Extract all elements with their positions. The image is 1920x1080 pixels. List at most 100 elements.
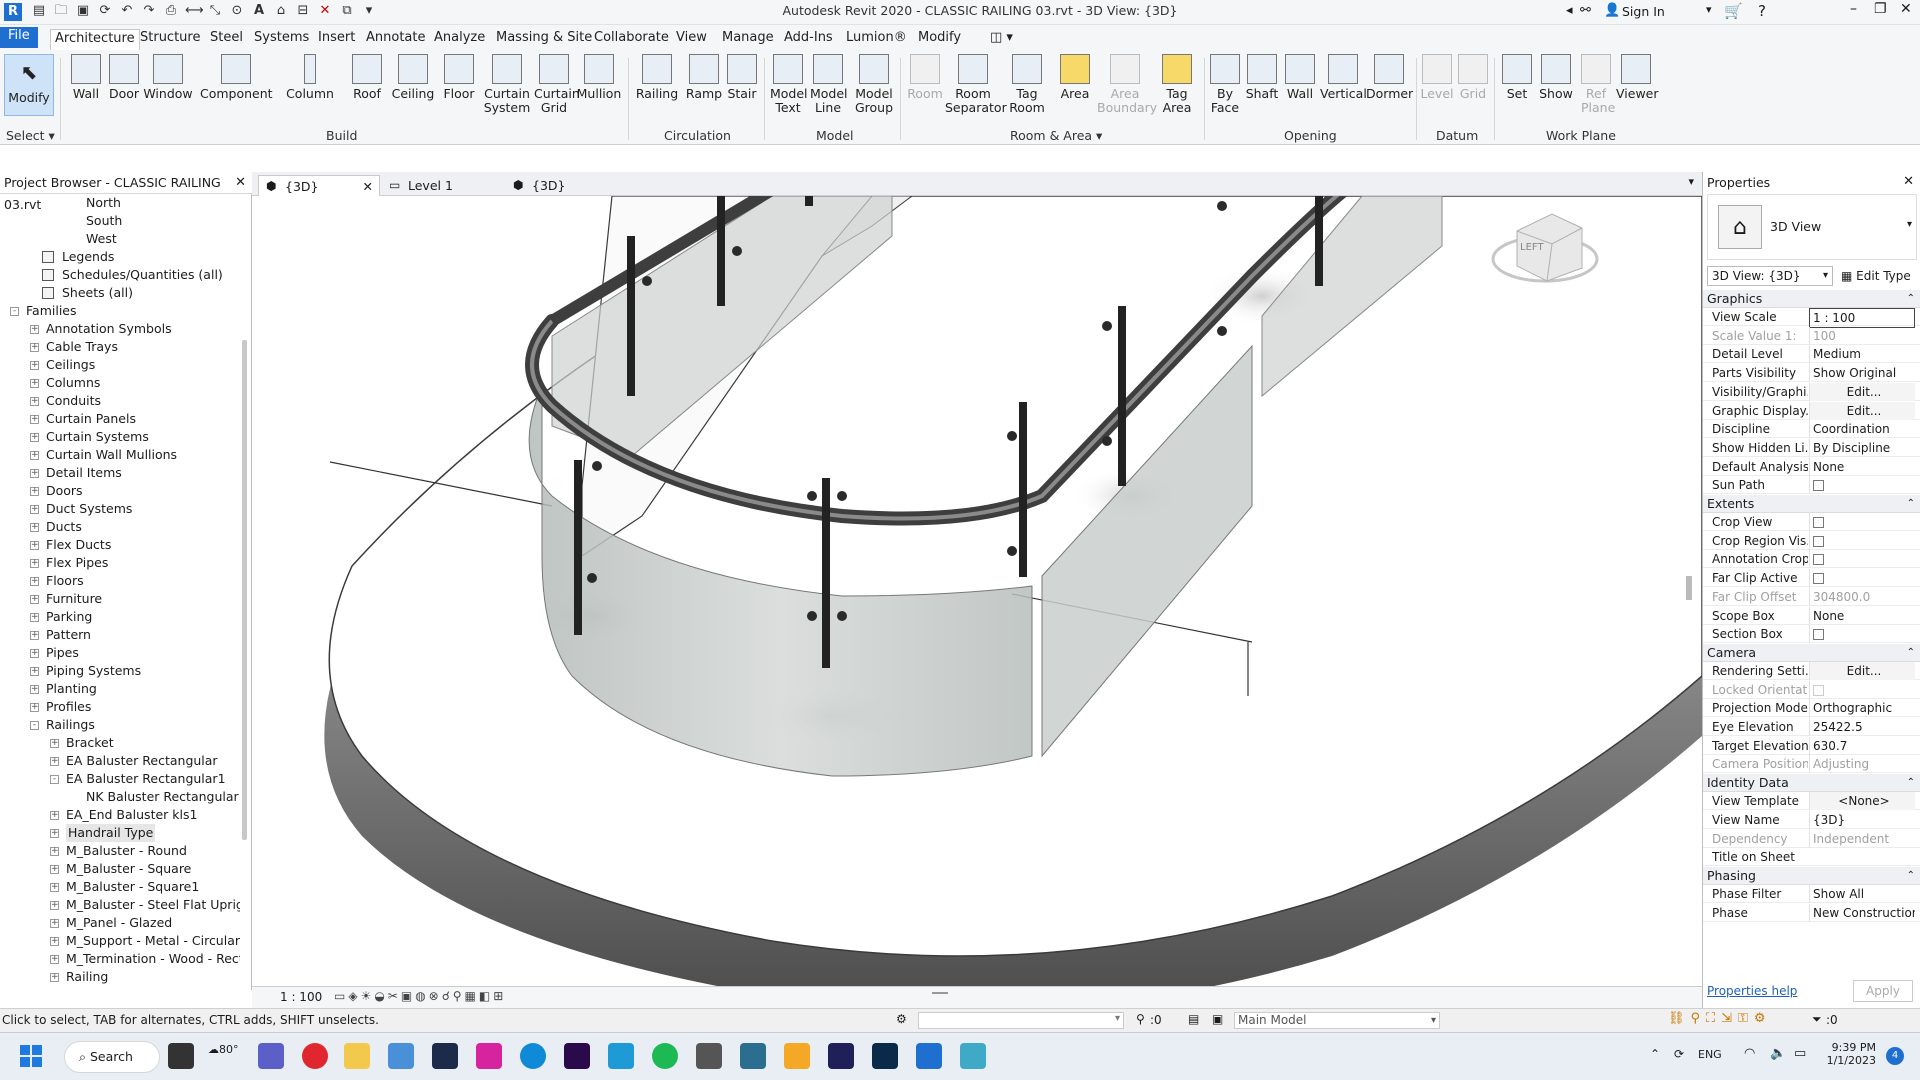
- expand-icon[interactable]: +: [30, 631, 39, 640]
- expand-icon[interactable]: +: [50, 757, 59, 766]
- redo-icon[interactable]: ↷: [141, 3, 157, 19]
- property-value[interactable]: 630.7: [1809, 736, 1915, 755]
- expand-icon[interactable]: +: [30, 703, 39, 712]
- expand-icon[interactable]: +: [30, 379, 39, 388]
- property-edit-button[interactable]: Edit...: [1809, 382, 1915, 401]
- room-area-panel-label[interactable]: Room & Area ▾: [1010, 128, 1102, 143]
- collapse-section-icon[interactable]: ⌃: [1907, 774, 1915, 792]
- tab-insert[interactable]: Insert: [314, 29, 359, 50]
- expand-icon[interactable]: +: [30, 325, 39, 334]
- editable-only-icon[interactable]: ⚲: [1136, 1012, 1145, 1026]
- task-view-icon[interactable]: [168, 1043, 194, 1069]
- expand-icon[interactable]: +: [50, 937, 59, 946]
- help-icon[interactable]: ?: [1758, 2, 1766, 20]
- premiere-icon[interactable]: [564, 1043, 590, 1069]
- tag-area-button[interactable]: Tag Area: [1156, 54, 1198, 115]
- ribbon-options-icon[interactable]: ◫ ▾: [986, 29, 1017, 50]
- expand-icon[interactable]: +: [30, 595, 39, 604]
- property-value[interactable]: 1 : 100: [1809, 308, 1915, 328]
- restore-button[interactable]: ❐: [1874, 1, 1887, 17]
- checkbox-icon[interactable]: [1813, 517, 1824, 528]
- cart-icon[interactable]: 🛒: [1724, 2, 1743, 20]
- expand-icon[interactable]: +: [30, 469, 39, 478]
- level-button[interactable]: Level: [1418, 54, 1456, 101]
- tab-steel[interactable]: Steel: [206, 29, 247, 50]
- property-edit-button[interactable]: Edit...: [1809, 661, 1915, 680]
- save-icon[interactable]: ▣: [75, 3, 91, 19]
- selection-toggle-icons[interactable]: ⛓⚲⛶⇲⚿⚙: [1668, 1011, 1772, 1026]
- column-button[interactable]: Column: [286, 54, 334, 101]
- property-checkbox[interactable]: [1809, 476, 1915, 495]
- section-icon[interactable]: ⊟: [295, 3, 311, 19]
- opera-icon[interactable]: [302, 1043, 328, 1069]
- property-value[interactable]: Medium: [1809, 345, 1915, 364]
- shaft-button[interactable]: Shaft: [1244, 54, 1280, 101]
- checkbox-icon[interactable]: [1813, 573, 1824, 585]
- collapse-icon[interactable]: -: [10, 307, 19, 316]
- property-value[interactable]: {3D}: [1809, 810, 1915, 829]
- app-3d-icon[interactable]: [608, 1043, 634, 1069]
- expand-icon[interactable]: +: [30, 397, 39, 406]
- property-edit-button[interactable]: <None>: [1809, 792, 1915, 811]
- expand-icon[interactable]: +: [50, 955, 59, 964]
- checkbox-icon[interactable]: [1813, 629, 1824, 641]
- measure-icon[interactable]: ⟷: [185, 3, 204, 19]
- mullion-button[interactable]: Mullion: [576, 54, 622, 101]
- view-scale[interactable]: 1 : 100: [280, 990, 322, 1004]
- expand-icon[interactable]: +: [50, 901, 59, 910]
- print-icon[interactable]: ⎙: [163, 3, 179, 19]
- opening-wall-button[interactable]: Wall: [1282, 54, 1318, 101]
- property-value[interactable]: 25422.5: [1809, 718, 1915, 736]
- collapse-icon[interactable]: -: [50, 775, 59, 784]
- switch-windows-icon[interactable]: ⧉: [339, 3, 355, 19]
- design-options-icon[interactable]: ▤: [1188, 1012, 1199, 1026]
- tab-add-ins[interactable]: Add-Ins: [780, 29, 837, 50]
- media-player-icon[interactable]: [784, 1043, 810, 1069]
- property-value[interactable]: None: [1809, 457, 1915, 476]
- folder-icon[interactable]: 🗀: [53, 3, 69, 19]
- tag-icon[interactable]: ⊙: [229, 3, 245, 19]
- volume-icon[interactable]: 🔈: [1770, 1046, 1786, 1061]
- grid-button[interactable]: Grid: [1456, 54, 1490, 101]
- tab-file[interactable]: File: [0, 27, 38, 48]
- collapse-section-icon[interactable]: ⌃: [1907, 644, 1915, 662]
- checkbox-icon[interactable]: [1813, 554, 1824, 566]
- close-button[interactable]: ✕: [1900, 1, 1912, 17]
- file-explorer-icon[interactable]: [344, 1043, 370, 1069]
- expand-icon[interactable]: +: [30, 577, 39, 586]
- property-section-header[interactable]: Identity Data ⌃: [1703, 774, 1920, 793]
- property-section-header[interactable]: Graphics ⌃: [1703, 290, 1920, 308]
- sketch-app-icon[interactable]: [740, 1043, 766, 1069]
- minimize-button[interactable]: –: [1850, 1, 1857, 17]
- property-value[interactable]: By Discipline: [1809, 438, 1915, 457]
- collapse-section-icon[interactable]: ⌃: [1907, 867, 1915, 885]
- tag-room-button[interactable]: Tag Room: [1004, 54, 1050, 115]
- collapse-section-icon[interactable]: ⌃: [1907, 495, 1915, 513]
- open-icon[interactable]: ▤: [31, 3, 47, 19]
- tray-chevron-icon[interactable]: ⌃: [1650, 1047, 1660, 1061]
- show-button[interactable]: Show: [1538, 54, 1574, 101]
- weather-icon[interactable]: ☁80°: [208, 1043, 239, 1056]
- ref-plane-button[interactable]: Ref Plane: [1576, 54, 1616, 115]
- expand-icon[interactable]: +: [50, 865, 59, 874]
- project-browser-scrollbar[interactable]: [242, 340, 247, 840]
- property-section-header[interactable]: Camera ⌃: [1703, 643, 1920, 662]
- expand-icon[interactable]: +: [50, 829, 59, 838]
- revit-logo-icon[interactable]: R: [4, 3, 22, 21]
- customize-icon[interactable]: ▾: [361, 3, 377, 19]
- expand-icon[interactable]: +: [30, 451, 39, 460]
- teams-icon[interactable]: [258, 1043, 284, 1069]
- scroll-left-icon[interactable]: ◂: [1566, 3, 1573, 18]
- area-button[interactable]: Area: [1054, 54, 1096, 101]
- property-checkbox[interactable]: [1809, 625, 1915, 644]
- edge-icon[interactable]: [520, 1043, 546, 1069]
- tab-collaborate[interactable]: Collaborate: [590, 29, 673, 50]
- expand-icon[interactable]: +: [50, 739, 59, 748]
- design-option-dropdown[interactable]: Main Model ▾: [1234, 1012, 1440, 1029]
- expand-icon[interactable]: +: [50, 811, 59, 820]
- close-hidden-icon[interactable]: ✕: [317, 3, 333, 19]
- dormer-button[interactable]: Dormer: [1366, 54, 1413, 101]
- tab-analyze[interactable]: Analyze: [430, 29, 489, 50]
- user-icon[interactable]: 👤: [1604, 3, 1620, 18]
- expand-icon[interactable]: +: [30, 523, 39, 532]
